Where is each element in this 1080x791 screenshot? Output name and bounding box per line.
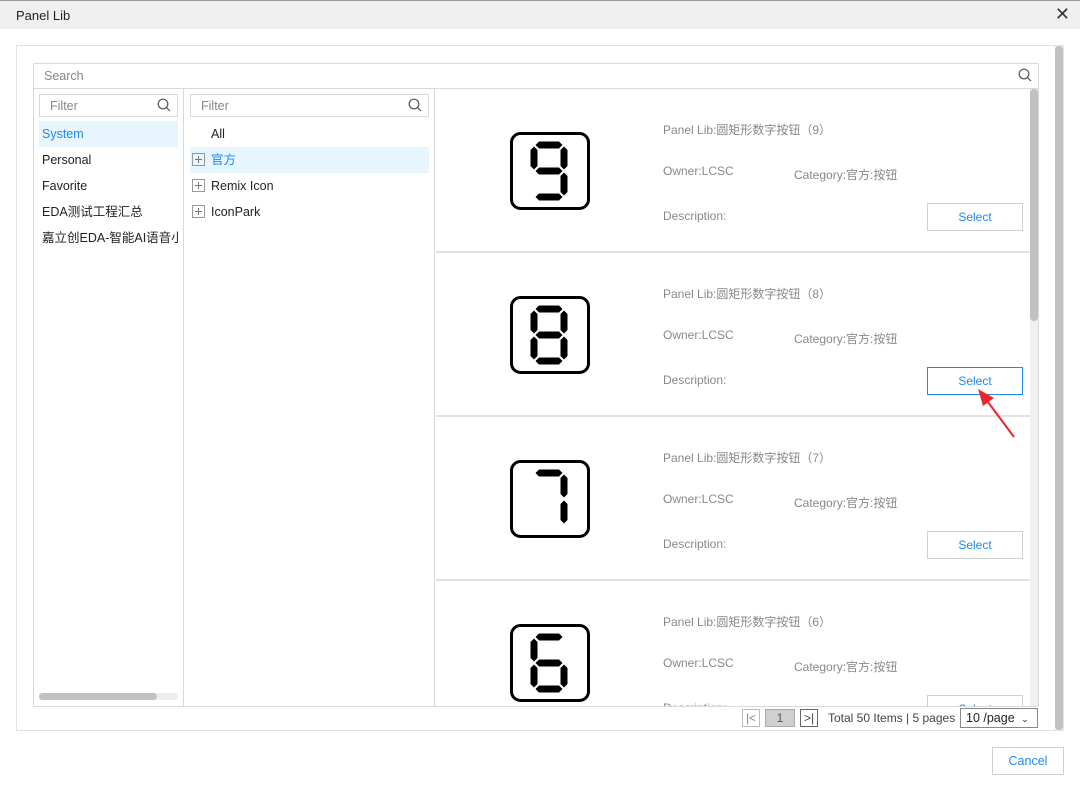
panel-owner: Owner:LCSC — [663, 164, 734, 178]
library-filter-input[interactable]: Filter — [39, 94, 178, 117]
panel-description: Description: — [663, 537, 727, 551]
panel-preview-digit-7 — [510, 460, 590, 538]
segment-a — [535, 633, 563, 641]
pagination-total: Total 50 Items | 5 pages — [828, 711, 956, 725]
panel-list: Panel Lib:圆矩形数字按钮（9） Owner:LCSC Category… — [436, 89, 1030, 706]
last-page-button[interactable]: >| — [800, 709, 818, 727]
segment-f — [530, 638, 538, 662]
panel-description: Description: — [663, 209, 727, 223]
category-item[interactable]: Remix Icon — [190, 173, 429, 199]
panel-owner: Owner:LCSC — [663, 328, 734, 342]
search-icon[interactable] — [1018, 68, 1032, 82]
search-placeholder: Search — [44, 69, 84, 83]
expand-icon[interactable] — [192, 179, 205, 192]
select-button[interactable]: Select — [927, 367, 1023, 395]
category-label: 官方 — [211, 153, 237, 167]
filter-placeholder: Filter — [50, 99, 78, 113]
segment-a — [535, 469, 563, 477]
library-item[interactable]: EDA测试工程汇总 — [39, 199, 178, 225]
category-label: IconPark — [211, 205, 261, 219]
panel-preview-digit-6 — [510, 624, 590, 702]
panel-owner: Owner:LCSC — [663, 656, 734, 670]
segment-g — [535, 659, 563, 667]
panel-name: Panel Lib:圆矩形数字按钮（7） — [663, 451, 832, 465]
library-item[interactable]: 嘉立创EDA-智能AI语音小 — [39, 225, 178, 251]
segment-f — [530, 310, 538, 334]
panel-card: Panel Lib:圆矩形数字按钮（8） Owner:LCSC Category… — [436, 253, 1030, 417]
close-icon[interactable]: ✕ — [1055, 4, 1070, 25]
current-page[interactable]: 1 — [765, 709, 795, 727]
select-button[interactable]: Select — [927, 695, 1023, 706]
panel-name: Panel Lib:圆矩形数字按钮（8） — [663, 287, 832, 301]
category-filter-input[interactable]: Filter — [190, 94, 429, 117]
dialog-scrollbar[interactable] — [1055, 46, 1063, 730]
cancel-button[interactable]: Cancel — [992, 747, 1064, 775]
panel-card: Panel Lib:圆矩形数字按钮（7） Owner:LCSC Category… — [436, 417, 1030, 581]
scrollbar-thumb[interactable] — [39, 693, 157, 700]
expand-icon[interactable] — [192, 153, 205, 166]
library-horizontal-scrollbar[interactable] — [39, 693, 178, 700]
segment-d — [535, 193, 563, 201]
search-input[interactable]: Search — [33, 63, 1039, 89]
segment-d — [535, 357, 563, 365]
segment-e — [530, 664, 538, 688]
segment-c — [560, 500, 568, 524]
segment-g — [535, 167, 563, 175]
panel-category: Category:官方:按钮 — [794, 168, 898, 182]
segment-c — [560, 172, 568, 196]
filter-placeholder: Filter — [201, 99, 229, 113]
panel-list-scrollbar[interactable] — [1030, 89, 1038, 706]
segment-c — [560, 664, 568, 688]
select-button[interactable]: Select — [927, 203, 1023, 231]
segment-e — [530, 336, 538, 360]
segment-a — [535, 141, 563, 149]
scrollbar-thumb[interactable] — [1055, 46, 1063, 730]
segment-c — [560, 336, 568, 360]
segment-b — [560, 474, 568, 498]
segment-a — [535, 305, 563, 313]
segment-g — [535, 331, 563, 339]
category-item[interactable]: 官方 — [190, 147, 429, 173]
scrollbar-thumb[interactable] — [1030, 89, 1038, 321]
search-icon[interactable] — [408, 98, 422, 112]
chevron-down-icon: ⌄ — [1021, 714, 1029, 724]
segment-d — [535, 685, 563, 693]
page-size-select[interactable]: 10 /page ⌄ — [960, 708, 1038, 728]
segment-b — [560, 310, 568, 334]
category-all[interactable]: All — [211, 121, 225, 147]
title-bar: Panel Lib ✕ — [0, 0, 1080, 29]
panel-preview-digit-9 — [510, 132, 590, 210]
page-size-value: 10 /page — [966, 711, 1015, 725]
category-item[interactable]: IconPark — [190, 199, 429, 225]
panel-preview-digit-8 — [510, 296, 590, 374]
library-item[interactable]: System — [39, 121, 178, 147]
panel-description: Description: — [663, 373, 727, 387]
panel-category: Category:官方:按钮 — [794, 332, 898, 346]
category-label: Remix Icon — [211, 179, 274, 193]
panel-card: Panel Lib:圆矩形数字按钮（9） Owner:LCSC Category… — [436, 89, 1030, 253]
panel-category: Category:官方:按钮 — [794, 496, 898, 510]
panel-description: Description: — [663, 701, 726, 706]
select-button[interactable]: Select — [927, 531, 1023, 559]
library-item[interactable]: Favorite — [39, 173, 178, 199]
panel-owner: Owner:LCSC — [663, 492, 734, 506]
segment-b — [560, 146, 568, 170]
expand-icon[interactable] — [192, 205, 205, 218]
window-title: Panel Lib — [16, 8, 71, 23]
panel-category: Category:官方:按钮 — [794, 660, 898, 674]
panel-name: Panel Lib:圆矩形数字按钮（9） — [663, 123, 832, 137]
search-icon[interactable] — [157, 98, 171, 112]
panel-card: Panel Lib:圆矩形数字按钮（6） Owner:LCSC Category… — [436, 581, 1030, 706]
segment-f — [530, 146, 538, 170]
first-page-button[interactable]: |< — [742, 709, 760, 727]
panel-name: Panel Lib:圆矩形数字按钮（6） — [663, 615, 832, 629]
library-item[interactable]: Personal — [39, 147, 178, 173]
